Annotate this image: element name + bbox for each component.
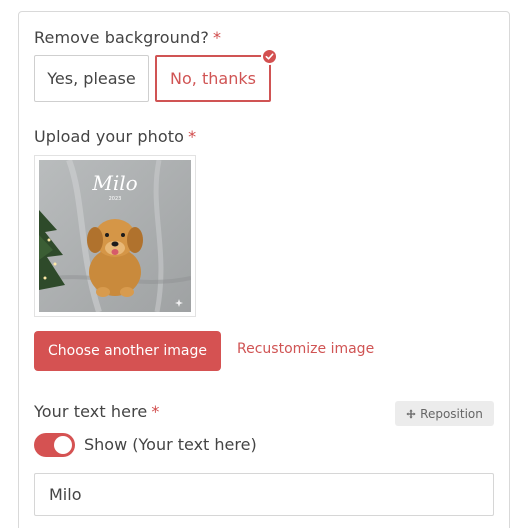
photo-overlay-year: 2023 [109, 196, 122, 202]
dog-photo-image: Milo 2023 [38, 158, 192, 313]
required-mark: * [151, 402, 160, 421]
check-circle-icon [261, 48, 278, 65]
option-yes-please[interactable]: Yes, please [34, 55, 149, 102]
remove-background-label: Remove background? * [34, 28, 222, 47]
show-text-toggle[interactable] [34, 433, 75, 457]
upload-photo-label: Upload your photo * [34, 127, 197, 146]
option-no-label: No, thanks [170, 69, 256, 88]
reposition-label: Reposition [420, 406, 483, 421]
toggle-knob [54, 436, 72, 454]
option-yes-label: Yes, please [47, 69, 136, 88]
show-text-toggle-label: Show (Your text here) [84, 435, 257, 454]
recustomize-image-link[interactable]: Recustomize image [237, 341, 374, 357]
your-text-input[interactable] [34, 473, 494, 516]
reposition-button[interactable]: Reposition [395, 401, 494, 426]
option-no-thanks[interactable]: No, thanks [155, 48, 278, 102]
your-text-label: Your text here * [34, 402, 160, 421]
uploaded-photo-thumbnail[interactable]: Milo 2023 [34, 155, 196, 317]
choose-another-image-button[interactable]: Choose another image [34, 331, 221, 371]
required-mark: * [212, 28, 222, 47]
photo-overlay-title: Milo [91, 171, 137, 195]
move-icon [406, 408, 416, 419]
required-mark: * [188, 127, 197, 146]
choose-button-label: Choose another image [48, 343, 207, 359]
